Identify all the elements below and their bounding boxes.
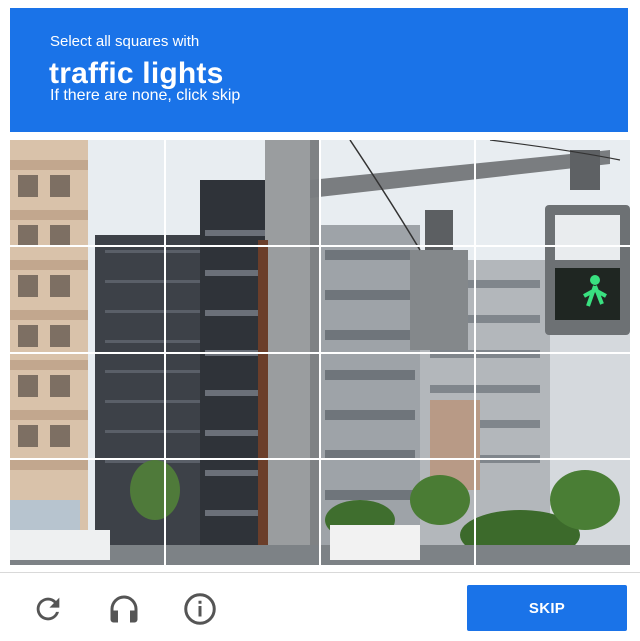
grid-tile-r3-c2[interactable] bbox=[165, 353, 320, 459]
hint-text: If there are none, click skip bbox=[50, 87, 241, 104]
challenge-footer: SKIP bbox=[0, 572, 640, 641]
grid-tile-r3-c1[interactable] bbox=[10, 353, 165, 459]
reload-icon bbox=[36, 597, 60, 621]
headphones-icon bbox=[110, 595, 138, 623]
info-icon bbox=[184, 593, 216, 625]
audio-challenge-button[interactable] bbox=[104, 589, 144, 629]
grid-tile-r1-c3[interactable] bbox=[320, 140, 475, 246]
grid-tile-r4-c1[interactable] bbox=[10, 459, 165, 565]
grid-tile-r4-c2[interactable] bbox=[165, 459, 320, 565]
grid-tile-r2-c3[interactable] bbox=[320, 246, 475, 352]
grid-tile-r2-c2[interactable] bbox=[165, 246, 320, 352]
challenge-header: Select all squares with traffic lights I… bbox=[10, 8, 628, 132]
instruction-text: Select all squares with bbox=[50, 33, 200, 50]
grid-tile-r2-c1[interactable] bbox=[10, 246, 165, 352]
grid-tile-r1-c4[interactable] bbox=[475, 140, 630, 246]
grid-divider-horizontal bbox=[10, 457, 630, 460]
skip-button[interactable]: SKIP bbox=[467, 585, 627, 631]
grid-tile-r3-c3[interactable] bbox=[320, 353, 475, 459]
grid-tile-r1-c1[interactable] bbox=[10, 140, 165, 246]
target-object-label: traffic lights bbox=[49, 57, 224, 90]
grid-tile-r1-c2[interactable] bbox=[165, 140, 320, 246]
grid-tile-r4-c4[interactable] bbox=[475, 459, 630, 565]
reload-button[interactable] bbox=[28, 589, 68, 629]
grid-divider-horizontal bbox=[10, 245, 630, 248]
grid-tile-r4-c3[interactable] bbox=[320, 459, 475, 565]
grid-tile-r2-c4[interactable] bbox=[475, 246, 630, 352]
help-button[interactable] bbox=[180, 589, 220, 629]
grid-divider-horizontal bbox=[10, 351, 630, 354]
image-grid bbox=[10, 140, 630, 565]
grid-tile-r3-c4[interactable] bbox=[475, 353, 630, 459]
captcha-challenge: Select all squares with traffic lights I… bbox=[0, 0, 640, 641]
